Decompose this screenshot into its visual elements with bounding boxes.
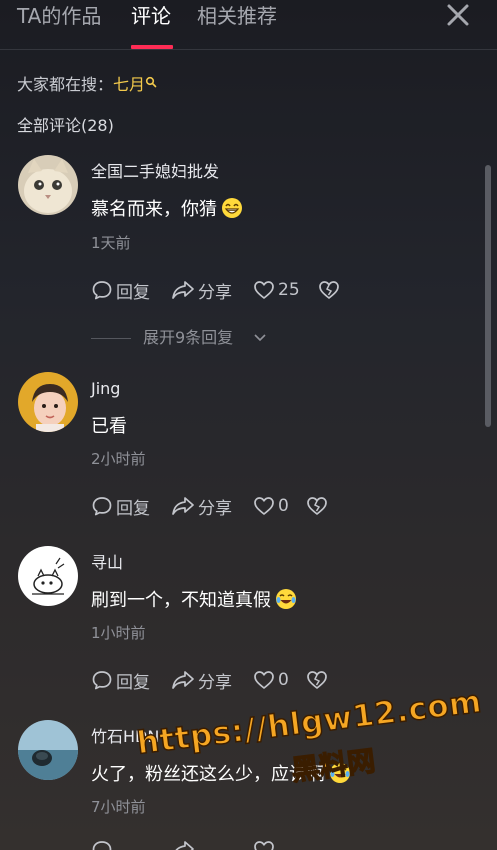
share-icon (172, 671, 194, 689)
share-button[interactable]: 分享 (171, 494, 232, 519)
comment-username[interactable]: 全国二手媳妇批发 (91, 161, 219, 183)
comment-username[interactable]: 寻山 (91, 552, 123, 574)
comment-text: 慕名而来，你猜 (91, 197, 243, 223)
tab-bar: TA的作品 评论 相关推荐 (0, 0, 497, 50)
comment-text: 刷到一个，不知道真假 (91, 588, 297, 614)
share-button[interactable]: 分享 (171, 278, 232, 303)
avatar[interactable] (18, 720, 78, 780)
like-button[interactable]: 0 (253, 668, 289, 692)
scrollbar-thumb[interactable] (485, 165, 491, 427)
hot-search-term[interactable]: 七月 (113, 75, 145, 94)
tears-of-joy-emoji-icon (275, 588, 297, 610)
comment-text: 已看 (91, 414, 127, 440)
share-button[interactable] (171, 838, 198, 850)
comment-time: 7小时前 (91, 798, 146, 816)
share-label: 分享 (198, 672, 232, 693)
reply-icon (92, 841, 112, 850)
hot-search: 大家都在搜：七月 (17, 74, 157, 96)
watermark: https://hlgw12.com 黑料网 (134, 683, 484, 825)
hot-search-prefix: 大家都在搜： (17, 75, 114, 94)
share-label: 分享 (198, 498, 232, 519)
grin-emoji-icon (221, 197, 243, 219)
reply-label: 回复 (116, 498, 150, 519)
comment-text-content: 刷到一个，不知道真假 (91, 590, 271, 611)
heart-icon (254, 841, 274, 850)
reply-button[interactable]: 回复 (91, 494, 150, 519)
tab-works[interactable]: TA的作品 (17, 3, 101, 29)
reply-label: 回复 (116, 672, 150, 693)
expand-replies[interactable]: 展开9条回复 (91, 327, 291, 349)
comment-text-content: 已看 (91, 416, 127, 437)
comment-time: 1小时前 (91, 624, 146, 642)
share-icon (172, 497, 194, 515)
reply-button[interactable]: 回复 (91, 278, 150, 303)
like-count: 25 (278, 280, 300, 300)
like-button[interactable]: 0 (253, 494, 289, 518)
expand-divider (91, 338, 131, 339)
expand-replies-label[interactable]: 展开9条回复 (143, 327, 233, 349)
avatar[interactable] (18, 546, 78, 606)
active-tab-indicator (131, 45, 173, 49)
tab-comments[interactable]: 评论 (131, 3, 171, 29)
avatar[interactable] (18, 372, 78, 432)
dislike-button[interactable] (306, 668, 331, 692)
broken-heart-icon (319, 281, 339, 299)
reply-button[interactable] (91, 838, 116, 850)
broken-heart-icon (307, 671, 327, 689)
search-icon[interactable] (145, 72, 157, 88)
dislike-button[interactable] (318, 278, 343, 302)
like-count: 0 (278, 496, 289, 516)
comment-count: 全部评论(28) (17, 116, 114, 135)
like-button[interactable]: 25 (253, 278, 300, 302)
reply-label: 回复 (116, 282, 150, 303)
dislike-button[interactable] (306, 494, 331, 518)
close-icon[interactable] (445, 2, 471, 28)
chevron-down-icon (254, 334, 266, 342)
comment-time: 2小时前 (91, 450, 146, 468)
like-count: 0 (278, 670, 289, 690)
reply-icon (92, 671, 112, 690)
watermark-name: 黑料网 (289, 744, 378, 788)
share-icon (175, 841, 194, 850)
share-button[interactable]: 分享 (171, 668, 232, 693)
heart-icon (254, 281, 274, 299)
share-icon (172, 281, 194, 299)
like-button[interactable] (253, 838, 278, 850)
avatar[interactable] (18, 155, 78, 215)
reply-button[interactable]: 回复 (91, 668, 150, 693)
comment-text-content: 慕名而来，你猜 (91, 199, 217, 220)
comment-time: 1天前 (91, 234, 131, 252)
share-label: 分享 (198, 282, 232, 303)
heart-icon (254, 671, 274, 689)
tab-related[interactable]: 相关推荐 (197, 3, 277, 29)
comment-username[interactable]: Jing (91, 378, 120, 400)
heart-icon (254, 497, 274, 515)
reply-icon (92, 497, 112, 516)
broken-heart-icon (307, 497, 327, 515)
reply-icon (92, 281, 112, 300)
